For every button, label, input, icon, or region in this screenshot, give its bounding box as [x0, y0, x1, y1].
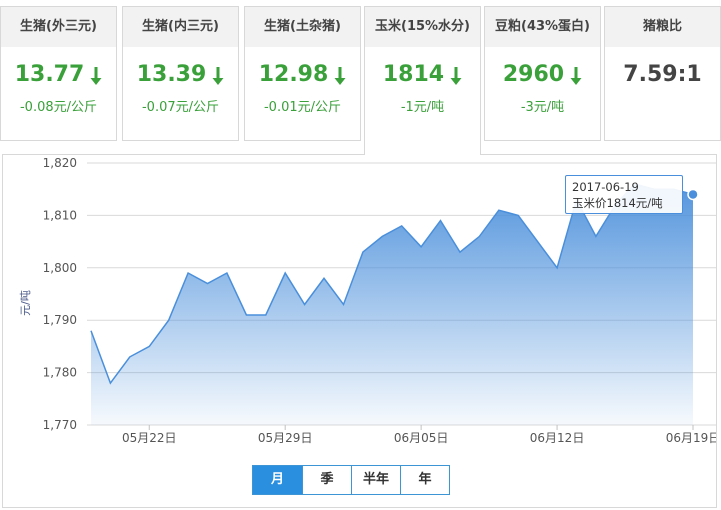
- x-tick-label: 06月19日: [666, 431, 716, 445]
- series-area-fill: [91, 184, 693, 425]
- card-title: 生猪(内三元): [123, 7, 238, 47]
- price-cards: 生猪(外三元) 13.77 -0.08元/公斤 生猪(内三元) 13.39 -0…: [0, 0, 721, 155]
- card-value-text: 13.77: [14, 62, 85, 87]
- highlight-point: [687, 188, 699, 201]
- card-value-text: 1814: [382, 62, 445, 87]
- card-pig-local[interactable]: 生猪(土杂猪) 12.98 -0.01元/公斤: [244, 6, 361, 141]
- card-change: -3元/吨: [520, 100, 565, 115]
- card-value: 1814: [365, 62, 480, 88]
- card-value: 2960: [485, 62, 600, 88]
- card-change: -0.07元/公斤: [141, 100, 220, 115]
- arrow-down-icon: [450, 66, 462, 92]
- arrow-down-icon: [570, 66, 582, 92]
- card-value: 13.39: [123, 62, 238, 88]
- card-title: 生猪(土杂猪): [245, 7, 360, 47]
- tooltip-date: 2017-06-19: [572, 180, 639, 194]
- card-change: -1元/吨: [400, 100, 445, 115]
- card-pig-outer[interactable]: 生猪(外三元) 13.77 -0.08元/公斤: [0, 6, 117, 141]
- card-value: 7.59:1: [605, 62, 720, 88]
- range-year-button[interactable]: 年: [400, 466, 449, 494]
- card-soymeal[interactable]: 豆粕(43%蛋白) 2960 -3元/吨: [484, 6, 601, 141]
- card-value: 12.98: [245, 62, 360, 88]
- card-hog-grain-ratio[interactable]: 猪粮比 7.59:1: [604, 6, 721, 141]
- card-value-text: 12.98: [258, 62, 329, 87]
- card-value-text: 13.39: [136, 62, 207, 87]
- x-tick-label: 05月29日: [258, 431, 313, 445]
- x-tick-label: 05月22日: [122, 431, 177, 445]
- x-tick-label: 06月12日: [530, 431, 585, 445]
- arrow-down-icon: [334, 66, 346, 92]
- card-change: -0.01元/公斤: [263, 100, 342, 115]
- tooltip-text: 玉米价1814元/吨: [572, 196, 663, 210]
- y-tick-label: 1,820: [43, 156, 77, 170]
- range-selector: 月 季 半年 年: [252, 465, 450, 495]
- range-halfyear-button[interactable]: 半年: [351, 466, 400, 494]
- y-tick-label: 1,790: [43, 313, 77, 327]
- y-tick-label: 1,800: [43, 261, 77, 275]
- card-value: 13.77: [1, 62, 116, 88]
- y-tick-label: 1,780: [43, 366, 77, 380]
- x-axis-labels: 05月22日 05月29日 06月05日 06月12日 06月19日: [122, 425, 716, 445]
- card-corn[interactable]: 玉米(15%水分) 1814 -1元/吨: [364, 6, 481, 155]
- arrow-down-icon: [90, 66, 102, 92]
- y-tick-label: 1,810: [43, 208, 77, 222]
- range-month-button[interactable]: 月: [253, 466, 302, 494]
- card-title: 生猪(外三元): [1, 7, 116, 47]
- y-tick-label: 1,770: [43, 418, 77, 432]
- x-tick-label: 06月05日: [394, 431, 449, 445]
- card-title: 豆粕(43%蛋白): [485, 7, 600, 47]
- card-value-text: 7.59:1: [623, 62, 702, 87]
- card-title: 玉米(15%水分): [365, 7, 480, 47]
- series-area: [90, 183, 699, 425]
- card-value-text: 2960: [502, 62, 565, 87]
- card-change: -0.08元/公斤: [19, 100, 98, 115]
- card-pig-inner[interactable]: 生猪(内三元) 13.39 -0.07元/公斤: [122, 6, 239, 141]
- y-axis-title: 元/吨: [19, 290, 32, 316]
- chart-tooltip: 2017-06-19 玉米价1814元/吨: [565, 175, 683, 214]
- arrow-down-icon: [212, 66, 224, 92]
- y-axis-labels: 1,770 1,780 1,790 1,800 1,810 1,820: [43, 156, 77, 432]
- card-title: 猪粮比: [605, 7, 720, 47]
- range-quarter-button[interactable]: 季: [302, 466, 351, 494]
